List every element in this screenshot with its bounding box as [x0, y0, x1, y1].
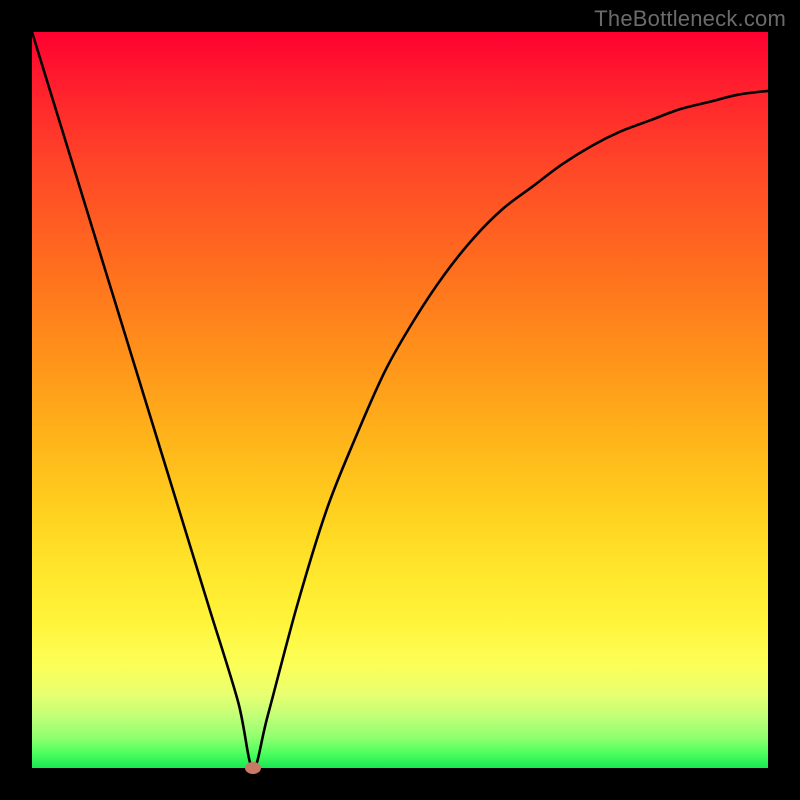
minimum-marker: [245, 762, 261, 774]
watermark-text: TheBottleneck.com: [594, 6, 786, 32]
plot-area: [32, 32, 768, 768]
chart-frame: TheBottleneck.com: [0, 0, 800, 800]
bottleneck-curve: [32, 32, 768, 768]
